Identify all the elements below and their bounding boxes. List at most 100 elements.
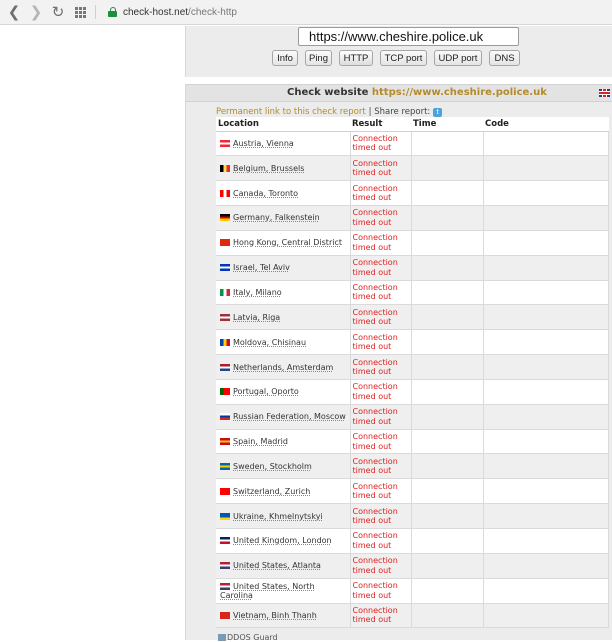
location-link[interactable]: Switzerland, Zurich — [233, 487, 310, 496]
location-cell: Hong Kong, Central District — [216, 230, 351, 256]
location-cell: Austria, Vienna — [216, 131, 351, 157]
location-cell: Switzerland, Zurich — [216, 478, 351, 505]
table-row: Moldova, Chisinau Connection timed out — [216, 329, 609, 356]
location-link[interactable]: Belgium, Brussels — [233, 164, 304, 173]
code-cell — [483, 180, 609, 207]
tab-info-button[interactable]: Info — [272, 50, 298, 66]
location-link[interactable]: Ukraine, Khmelnytskyi — [233, 512, 323, 521]
ddos-guard-badge[interactable]: DDOS Guard — [218, 633, 278, 642]
country-flag-icon — [220, 512, 230, 520]
result-cell: Connection timed out — [350, 603, 412, 629]
reload-icon[interactable]: ↻ — [47, 1, 69, 23]
time-cell — [411, 503, 484, 529]
location-link[interactable]: Austria, Vienna — [233, 139, 294, 148]
table-row: Austria, Vienna Connection timed out — [216, 131, 609, 157]
address-text: check-host.net/check-http — [123, 6, 237, 18]
result-cell: Connection timed out — [350, 131, 412, 157]
table-row: Italy, Milano Connection timed out — [216, 280, 609, 306]
code-cell — [483, 553, 609, 579]
location-link[interactable]: Netherlands, Amsterdam — [233, 363, 333, 372]
table-row: Russian Federation, Moscow Connection tim… — [216, 404, 609, 430]
country-flag-icon — [220, 388, 230, 396]
permanent-link[interactable]: Permanent link to this check report — [216, 107, 366, 117]
location-link[interactable]: United States, Atlanta — [233, 561, 321, 570]
location-cell: United States, Atlanta — [216, 553, 351, 579]
table-row: Vietnam, Binh Thanh Connection timed out — [216, 603, 609, 629]
country-flag-icon — [220, 413, 230, 421]
time-cell — [411, 429, 484, 455]
code-cell — [483, 528, 609, 554]
column-result: Result — [350, 117, 411, 132]
location-cell: Moldova, Chisinau — [216, 329, 351, 356]
apps-grid-icon[interactable] — [69, 1, 91, 23]
table-row: Germany, Falkenstein Connection timed out — [216, 205, 609, 231]
country-flag-icon — [220, 214, 230, 222]
uk-flag-icon[interactable] — [599, 89, 610, 97]
table-row: Hong Kong, Central District Connection ti… — [216, 230, 609, 256]
column-location: Location — [216, 117, 350, 132]
result-cell: Connection timed out — [350, 205, 412, 231]
code-cell — [483, 354, 609, 380]
country-flag-icon — [220, 363, 230, 371]
code-cell — [483, 255, 609, 281]
table-row: Israel, Tel Aviv Connection timed out — [216, 255, 609, 281]
tab-dns-button[interactable]: DNS — [489, 50, 520, 66]
tab-http-button[interactable]: HTTP — [339, 50, 373, 66]
location-link[interactable]: Russian Federation, Moscow — [233, 412, 346, 421]
result-cell: Connection timed out — [350, 404, 412, 430]
location-cell: Spain, Madrid — [216, 429, 351, 455]
forward-arrow-icon[interactable]: ❯ — [25, 1, 47, 23]
share-twitter-icon[interactable]: t — [433, 107, 443, 117]
location-link[interactable]: Latvia, Riga — [233, 313, 280, 322]
url-input[interactable]: https://www.cheshire.police.uk — [298, 27, 519, 46]
result-cell: Connection timed out — [350, 429, 412, 455]
location-link[interactable]: Spain, Madrid — [233, 437, 288, 446]
location-cell: Italy, Milano — [216, 280, 351, 306]
tab-ping-button[interactable]: Ping — [305, 50, 332, 66]
result-cell: Connection timed out — [350, 453, 412, 480]
code-cell — [483, 603, 609, 629]
country-flag-icon — [220, 288, 230, 296]
toolbar-divider — [95, 5, 96, 19]
location-link[interactable]: Israel, Tel Aviv — [233, 263, 290, 272]
result-cell: Connection timed out — [350, 528, 412, 554]
table-row: Switzerland, Zurich Connection timed out — [216, 478, 609, 505]
country-flag-icon — [220, 562, 230, 570]
location-link[interactable]: Moldova, Chisinau — [233, 338, 306, 347]
column-code: Code — [483, 117, 609, 132]
table-row: United Kingdom, London Connection timed o… — [216, 528, 609, 554]
time-cell — [411, 205, 484, 231]
location-link[interactable]: Italy, Milano — [233, 288, 282, 297]
location-link[interactable]: Sweden, Stockholm — [233, 462, 312, 471]
results-header: Check website https://www.cheshire.polic… — [186, 84, 612, 102]
location-link[interactable]: United States, North Carolina — [220, 582, 315, 600]
time-cell — [411, 453, 484, 480]
lock-icon — [108, 7, 117, 17]
check-form-panel: https://www.cheshire.police.uk Info Ping H… — [185, 26, 612, 77]
checked-url-link[interactable]: https://www.cheshire.police.uk — [372, 87, 547, 98]
result-cell: Connection timed out — [350, 280, 412, 306]
location-link[interactable]: Vietnam, Binh Thanh — [233, 611, 317, 620]
code-cell — [483, 578, 609, 604]
location-cell: Israel, Tel Aviv — [216, 255, 351, 281]
location-link[interactable]: Portugal, Oporto — [233, 387, 299, 396]
location-cell: Germany, Falkenstein — [216, 205, 351, 231]
back-arrow-icon[interactable]: ❮ — [3, 1, 25, 23]
left-margin — [0, 26, 185, 640]
time-cell — [411, 478, 484, 505]
tab-udp-port-button[interactable]: UDP port — [434, 50, 482, 66]
location-cell: Belgium, Brussels — [216, 155, 351, 182]
address-bar[interactable]: check-host.net/check-http — [102, 7, 237, 18]
code-cell — [483, 230, 609, 256]
location-link[interactable]: United Kingdom, London — [233, 536, 332, 545]
time-cell — [411, 329, 484, 356]
tab-tcp-port-button[interactable]: TCP port — [380, 50, 427, 66]
result-cell: Connection timed out — [350, 379, 412, 405]
time-cell — [411, 131, 484, 157]
result-cell: Connection timed out — [350, 180, 412, 207]
location-link[interactable]: Germany, Falkenstein — [233, 213, 320, 222]
location-link[interactable]: Canada, Toronto — [233, 189, 298, 198]
column-time: Time — [411, 117, 483, 132]
location-link[interactable]: Hong Kong, Central District — [233, 238, 342, 247]
time-cell — [411, 304, 484, 331]
